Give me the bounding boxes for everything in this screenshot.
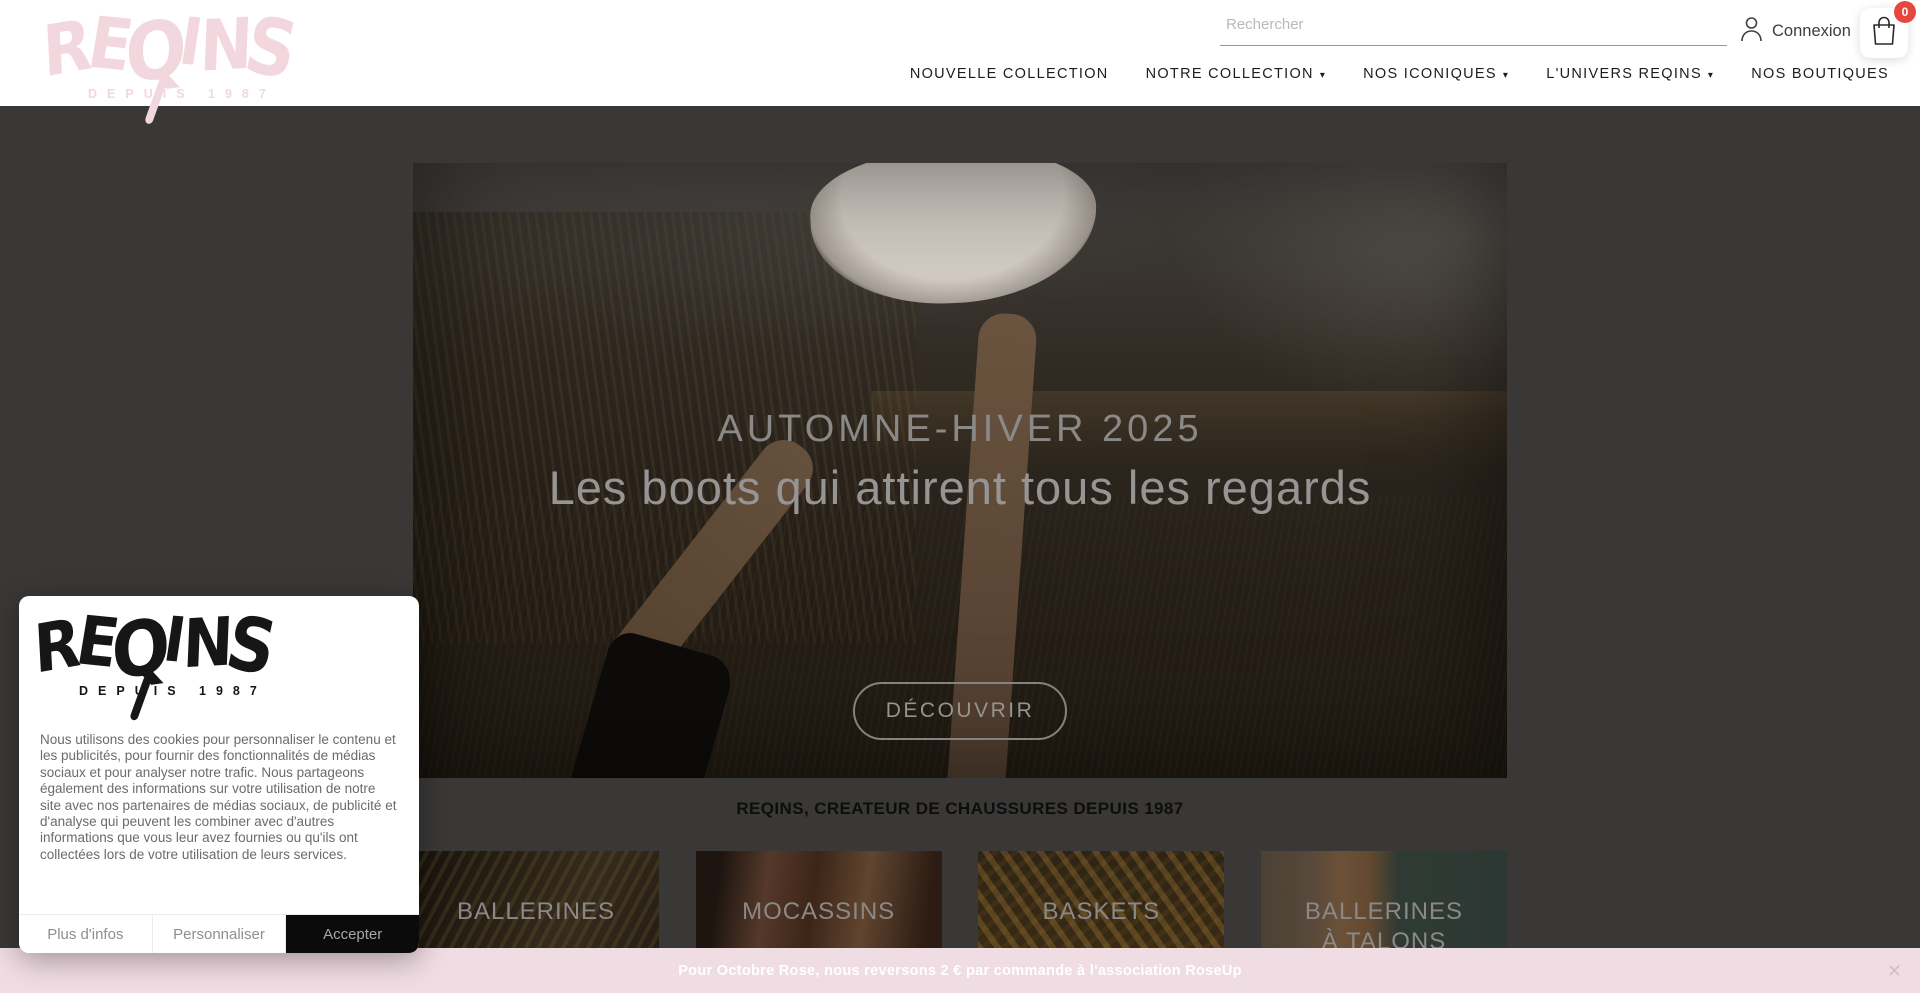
chevron-down-icon: ▾ xyxy=(1503,70,1509,81)
discover-button[interactable]: DÉCOUVRIR xyxy=(853,682,1067,740)
cart-button[interactable]: 0 xyxy=(1860,8,1908,58)
shopping-bag-icon xyxy=(1871,16,1897,51)
chevron-down-icon: ▾ xyxy=(1320,70,1326,81)
chevron-down-icon: ▾ xyxy=(1708,70,1714,81)
nav-label: NOUVELLE COLLECTION xyxy=(910,66,1109,82)
cookie-brand-logo: REQINS DEPUIS 1987 xyxy=(37,610,347,728)
nav-item-notre-collection[interactable]: NOTRE COLLECTION ▾ xyxy=(1146,66,1327,82)
nav-item-univers-reqins[interactable]: L'UNIVERS REQINS ▾ xyxy=(1546,66,1714,82)
hero-copy: AUTOMNE-HIVER 2025 Les boots qui attiren… xyxy=(413,409,1507,515)
nav-item-nos-boutiques[interactable]: NOS BOUTIQUES xyxy=(1751,66,1889,82)
brand-logo-word: REQINS xyxy=(31,610,347,677)
nav-item-nouvelle-collection[interactable]: NOUVELLE COLLECTION xyxy=(910,66,1109,82)
close-icon[interactable]: ✕ xyxy=(1883,958,1906,984)
category-card-label: BALLERINES xyxy=(413,897,659,927)
category-card-label: MOCASSINS xyxy=(696,897,942,927)
login-label: Connexion xyxy=(1772,22,1851,41)
brand-logo-word: REQINS xyxy=(40,10,356,81)
promo-banner-text: Pour Octobre Rose, nous reversons 2 € pa… xyxy=(678,963,1242,979)
nav-label: NOS ICONIQUES xyxy=(1363,66,1497,82)
cart-count-badge: 0 xyxy=(1894,1,1916,23)
cookie-accept-button[interactable]: Accepter xyxy=(286,915,419,953)
hero-banner: AUTOMNE-HIVER 2025 Les boots qui attiren… xyxy=(413,163,1507,778)
page: AUTOMNE-HIVER 2025 Les boots qui attiren… xyxy=(0,0,1920,993)
category-card-label: BASKETS xyxy=(978,897,1224,927)
brand-logo[interactable]: REQINS DEPUIS 1987 xyxy=(46,10,356,128)
nav-label: NOTRE COLLECTION xyxy=(1146,66,1314,82)
cookie-more-info-button[interactable]: Plus d'infos xyxy=(19,915,153,953)
search xyxy=(1220,10,1727,46)
hero-kicker: AUTOMNE-HIVER 2025 xyxy=(413,409,1507,451)
search-input[interactable] xyxy=(1220,10,1727,46)
promo-banner: Pour Octobre Rose, nous reversons 2 € pa… xyxy=(0,948,1920,993)
nav-item-nos-iconiques[interactable]: NOS ICONIQUES ▾ xyxy=(1363,66,1509,82)
hero-headline: Les boots qui attirent tous les regards xyxy=(413,461,1507,515)
login-link[interactable]: Connexion xyxy=(1740,16,1851,47)
cookie-customize-button[interactable]: Personnaliser xyxy=(153,915,287,953)
user-icon xyxy=(1740,16,1763,47)
nav-label: L'UNIVERS REQINS xyxy=(1546,66,1702,82)
cookie-consent-dialog: REQINS DEPUIS 1987 Nous utilisons des co… xyxy=(19,596,419,953)
nav-label: NOS BOUTIQUES xyxy=(1751,66,1889,82)
cookie-message: Nous utilisons des cookies pour personna… xyxy=(40,732,400,863)
main-nav: NOUVELLE COLLECTION NOTRE COLLECTION ▾ N… xyxy=(910,66,1889,82)
cookie-buttons: Plus d'infos Personnaliser Accepter xyxy=(19,914,419,953)
